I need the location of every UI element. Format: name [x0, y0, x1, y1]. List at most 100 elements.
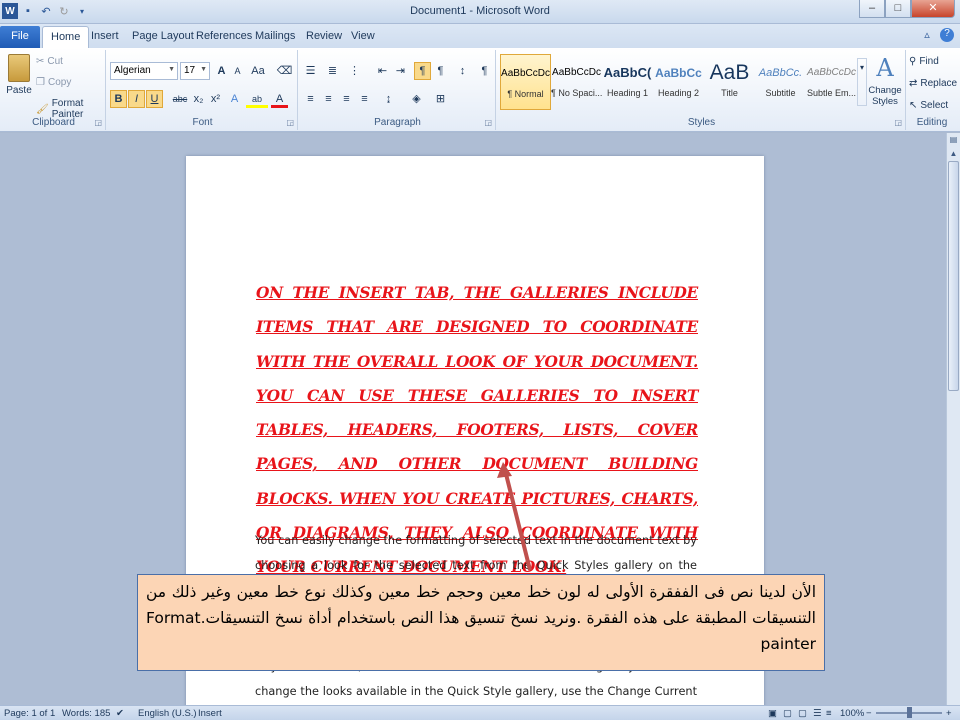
- styles-group: AaBbCcDc ¶ Normal AaBbCcDc ¶ No Spaci... A…: [498, 50, 906, 130]
- font-name-combo[interactable]: Algerian ▼: [110, 62, 178, 80]
- word-count[interactable]: Words: 185: [62, 708, 110, 719]
- editing-group-label: Editing: [916, 117, 948, 128]
- style-normal[interactable]: AaBbCcDc ¶ Normal: [500, 54, 551, 110]
- zoom-level[interactable]: 100%: [840, 708, 864, 719]
- annotation-callout: الأن لدينا نص فى الففقرة الأولى له لون خ…: [137, 574, 825, 671]
- style-sample: AaBbC(: [603, 65, 652, 80]
- style-no-spacing[interactable]: AaBbCcDc ¶ No Spaci...: [551, 54, 602, 110]
- outline-view-icon[interactable]: ☰: [813, 708, 822, 719]
- paragraph-group: ☰ ≣ ⋮ ⇤ ⇥ ¶ ¶ ↕ ¶ ≡ ≡ ≡ ≡ ↨ ◈ ⊞ Paragrap…: [300, 50, 496, 130]
- maximize-button[interactable]: □: [885, 0, 911, 18]
- style-name: ¶ Normal: [507, 89, 544, 99]
- copy-button[interactable]: ❐ Copy: [36, 77, 71, 88]
- style-subtitle[interactable]: AaBbCc. Subtitle: [755, 54, 806, 110]
- styles-group-label: Styles: [687, 117, 716, 128]
- rtl-direction-icon[interactable]: ¶: [432, 62, 449, 80]
- chevron-down-icon: ▼: [168, 66, 175, 73]
- style-name: Title: [721, 88, 738, 98]
- proofing-icon[interactable]: ✔: [116, 708, 124, 719]
- show-formatting-icon[interactable]: ¶: [476, 62, 493, 80]
- style-sample: AaBbCc.: [758, 67, 803, 79]
- cursor-icon: ↖: [909, 100, 918, 111]
- dialog-launcher-icon[interactable]: ◲: [894, 118, 902, 127]
- paste-button[interactable]: Paste: [4, 54, 34, 96]
- minimize-button[interactable]: –: [859, 0, 885, 18]
- shrink-font-button[interactable]: A: [229, 62, 246, 80]
- italic-button[interactable]: I: [128, 90, 145, 108]
- text-effects-icon[interactable]: A: [226, 90, 243, 108]
- clipboard-group: Paste ✂ Cut ❐ Copy 🖌 Format Painter Clipboa…: [2, 50, 106, 130]
- cut-button[interactable]: ✂ Cut: [36, 56, 63, 67]
- sort-icon[interactable]: ↕: [454, 62, 471, 80]
- minimize-ribbon-icon[interactable]: ▵: [920, 28, 934, 42]
- font-size-combo[interactable]: 17 ▼: [180, 62, 210, 80]
- change-styles-label: Change Styles: [868, 85, 902, 107]
- zoom-slider-thumb[interactable]: [907, 707, 912, 718]
- tab-view[interactable]: View: [343, 26, 383, 48]
- line-spacing-icon[interactable]: ↨: [380, 90, 397, 108]
- dialog-launcher-icon[interactable]: ◲: [94, 118, 102, 127]
- align-left-icon[interactable]: ≡: [302, 90, 319, 108]
- strikethrough-button[interactable]: abc: [170, 90, 190, 108]
- style-name: Subtitle: [765, 88, 796, 98]
- bold-button[interactable]: B: [110, 90, 127, 108]
- vertical-scrollbar[interactable]: ▤ ▲: [946, 133, 960, 705]
- replace-button[interactable]: ⇄ Replace: [909, 78, 957, 89]
- align-right-icon[interactable]: ≡: [338, 90, 355, 108]
- page-count[interactable]: Page: 1 of 1: [4, 708, 55, 719]
- scroll-up-icon[interactable]: ▲: [947, 147, 960, 161]
- editing-group: ⚲ Find ⇄ Replace ↖ Select Editing: [906, 50, 958, 130]
- language[interactable]: English (U.S.): [138, 708, 197, 719]
- styles-scroll-icon[interactable]: ▾: [857, 58, 867, 106]
- style-heading-1[interactable]: AaBbC( Heading 1: [602, 54, 653, 110]
- change-case-button[interactable]: Aa: [248, 62, 268, 80]
- ruler-toggle-icon[interactable]: ▤: [947, 133, 960, 147]
- style-name: Heading 2: [657, 88, 700, 98]
- tab-file[interactable]: File: [0, 26, 40, 48]
- draft-view-icon[interactable]: ≡: [826, 708, 832, 719]
- close-button[interactable]: ✕: [911, 0, 955, 18]
- zoom-in-icon[interactable]: +: [946, 708, 952, 719]
- style-heading-2[interactable]: AaBbCc Heading 2: [653, 54, 704, 110]
- decrease-indent-icon[interactable]: ⇤: [374, 62, 391, 80]
- window-title: Document1 - Microsoft Word: [410, 5, 550, 17]
- insert-mode[interactable]: Insert: [198, 708, 222, 719]
- ribbon-help-area: ▵ ?: [920, 28, 954, 42]
- underline-button[interactable]: U: [146, 90, 163, 108]
- replace-icon: ⇄: [909, 78, 918, 89]
- highlight-button[interactable]: ab: [246, 90, 268, 108]
- font-group: Algerian ▼ 17 ▼ A A Aa ⌫ B I U abc x₂ x² A…: [108, 50, 298, 130]
- tab-insert[interactable]: Insert: [83, 26, 127, 48]
- full-screen-view-icon[interactable]: ▢: [783, 708, 792, 719]
- dialog-launcher-icon[interactable]: ◲: [286, 118, 294, 127]
- change-styles-button[interactable]: A Change Styles: [868, 54, 902, 107]
- style-name: Subtle Em...: [806, 88, 857, 98]
- select-button[interactable]: ↖ Select: [909, 100, 948, 111]
- ltr-direction-icon[interactable]: ¶: [414, 62, 431, 80]
- multilevel-list-icon[interactable]: ⋮: [346, 62, 363, 80]
- borders-icon[interactable]: ⊞: [432, 90, 449, 108]
- print-layout-view-icon[interactable]: ▣: [768, 708, 777, 719]
- justify-icon[interactable]: ≡: [356, 90, 373, 108]
- font-color-button[interactable]: A: [271, 90, 288, 108]
- help-icon[interactable]: ?: [940, 28, 954, 42]
- style-name: Heading 1: [606, 88, 649, 98]
- clear-formatting-icon[interactable]: ⌫: [276, 62, 293, 80]
- align-center-icon[interactable]: ≡: [320, 90, 337, 108]
- shading-icon[interactable]: ◈: [408, 90, 425, 108]
- scrollbar-thumb[interactable]: [948, 161, 959, 391]
- subscript-button[interactable]: x₂: [190, 90, 207, 108]
- clipboard-group-label: Clipboard: [32, 117, 75, 128]
- zoom-out-icon[interactable]: −: [866, 708, 872, 719]
- superscript-button[interactable]: x²: [207, 90, 224, 108]
- tab-mailings[interactable]: Mailings: [247, 26, 303, 48]
- bullets-icon[interactable]: ☰: [302, 62, 319, 80]
- style-title[interactable]: AaB Title: [704, 54, 755, 110]
- grow-font-button[interactable]: A: [213, 62, 230, 80]
- web-layout-view-icon[interactable]: ▢: [798, 708, 807, 719]
- numbering-icon[interactable]: ≣: [324, 62, 341, 80]
- style-subtle-emphasis[interactable]: AaBbCcDc Subtle Em...: [806, 54, 857, 110]
- find-button[interactable]: ⚲ Find: [909, 56, 939, 67]
- dialog-launcher-icon[interactable]: ◲: [484, 118, 492, 127]
- increase-indent-icon[interactable]: ⇥: [392, 62, 409, 80]
